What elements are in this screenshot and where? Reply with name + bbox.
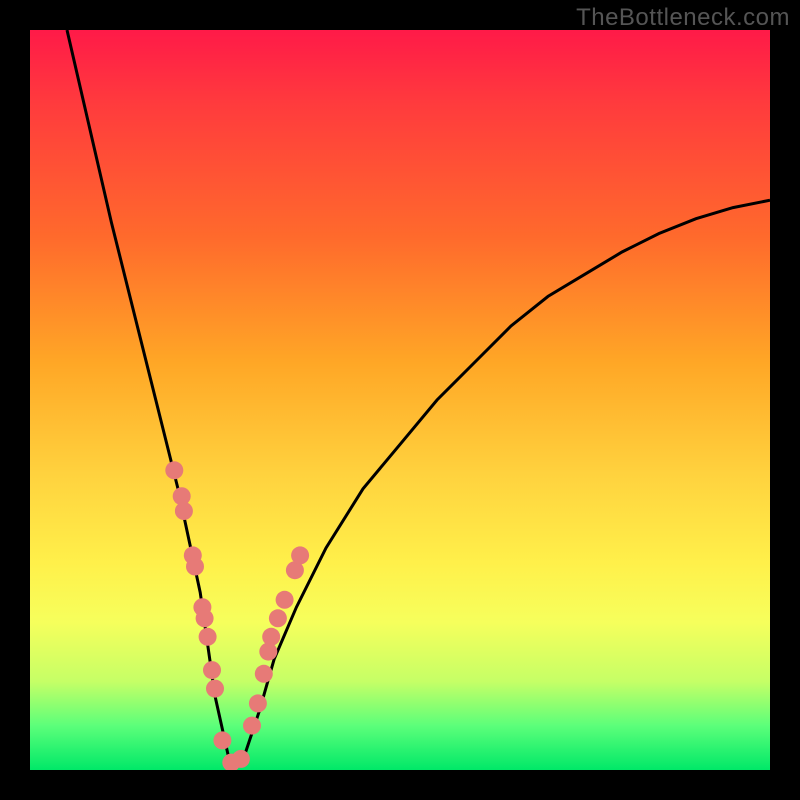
sample-dots-group <box>165 461 309 770</box>
sample-dot <box>175 502 193 520</box>
sample-dot <box>269 609 287 627</box>
sample-dot <box>213 731 231 749</box>
chart-svg <box>30 30 770 770</box>
sample-dot <box>249 694 267 712</box>
sample-dot <box>206 680 224 698</box>
sample-dot <box>291 546 309 564</box>
sample-dot <box>196 609 214 627</box>
bottleneck-curve <box>67 30 770 763</box>
plot-area <box>30 30 770 770</box>
sample-dot <box>203 661 221 679</box>
sample-dot <box>255 665 273 683</box>
sample-dot <box>165 461 183 479</box>
sample-dot <box>232 750 250 768</box>
sample-dot <box>186 558 204 576</box>
sample-dot <box>243 717 261 735</box>
sample-dot <box>262 628 280 646</box>
watermark-text: TheBottleneck.com <box>576 4 790 32</box>
chart-frame: TheBottleneck.com <box>0 0 800 800</box>
sample-dot <box>276 591 294 609</box>
sample-dot <box>199 628 217 646</box>
